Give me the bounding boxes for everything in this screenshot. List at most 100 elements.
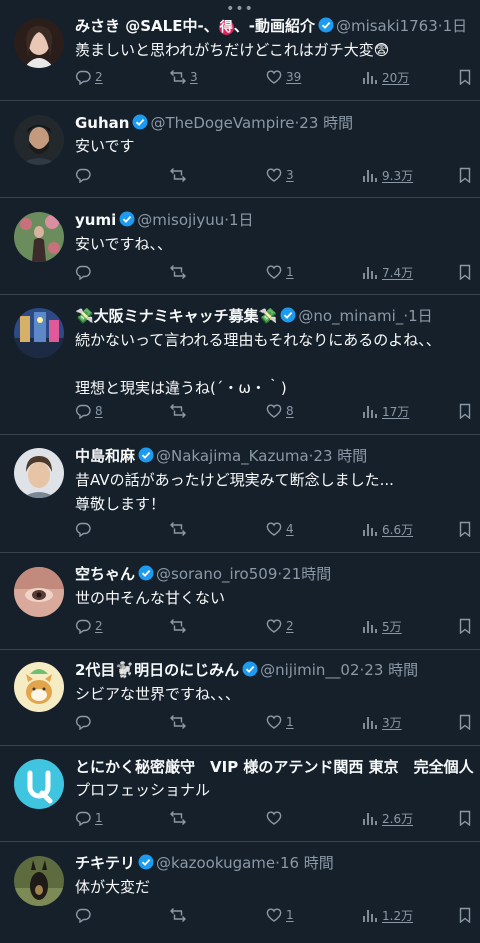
views-button[interactable]: 1.2万 (362, 905, 413, 925)
reply-icon (75, 168, 91, 183)
user-handle[interactable]: @sorano_iro509 (156, 565, 277, 583)
heart-icon (266, 908, 282, 922)
bookmark-button[interactable] (457, 67, 473, 87)
like-button[interactable]: 1 (266, 905, 294, 925)
timestamp[interactable]: 1日 (408, 307, 433, 325)
avatar[interactable] (14, 308, 64, 358)
tweet[interactable]: yumi @misojiyuu·1日 安いですね、、 1 7.4万 (0, 198, 480, 295)
bookmark-button[interactable] (457, 808, 473, 828)
like-button[interactable] (266, 808, 282, 828)
display-name[interactable]: yumi (75, 211, 116, 229)
retweet-button[interactable] (170, 616, 186, 636)
analytics-icon (363, 267, 377, 279)
heart-icon (266, 265, 282, 279)
reply-button[interactable]: 2 (75, 67, 103, 87)
user-handle[interactable]: @misaki1763 (336, 17, 438, 35)
avatar[interactable] (14, 448, 64, 498)
tweet[interactable]: 2代目🐩明日のにじみん @nijimin__02·23 時間 シビアな世界ですね、… (0, 650, 480, 746)
timestamp[interactable]: 23 時間 (313, 447, 367, 465)
tweet[interactable]: 💸大阪ミナミキャッチ募集💸 @no_minami_·1日 続かないって言われる理由… (0, 295, 480, 435)
bookmark-button[interactable] (457, 519, 473, 539)
like-button[interactable]: 3 (266, 165, 294, 185)
retweet-button[interactable] (170, 519, 186, 539)
avatar[interactable] (14, 759, 64, 809)
bookmark-button[interactable] (457, 905, 473, 925)
bookmark-button[interactable] (457, 165, 473, 185)
retweet-button[interactable] (170, 262, 186, 282)
views-button[interactable]: 2.6万 (362, 808, 413, 828)
avatar[interactable] (14, 856, 64, 906)
tweet[interactable]: みさき @SALE中-、得、-動画紹介 @misaki1763·1日 羨ましいと思… (0, 0, 480, 101)
tweet[interactable]: 空ちゃん @sorano_iro509·21時間 世の中そんな甘くない 2 2 5… (0, 553, 480, 650)
analytics-icon (363, 813, 377, 825)
reply-button[interactable]: 8 (75, 401, 103, 421)
user-handle[interactable]: @kazookugame (156, 854, 275, 872)
views-button[interactable]: 17万 (362, 401, 409, 421)
avatar[interactable] (14, 662, 64, 712)
display-name[interactable]: 空ちゃん (75, 565, 135, 583)
display-name[interactable]: Guhan (75, 114, 129, 132)
reply-button[interactable] (75, 165, 91, 185)
like-button[interactable]: 1 (266, 262, 294, 282)
views-button[interactable]: 7.4万 (362, 262, 413, 282)
timestamp[interactable]: 23 時間 (299, 114, 353, 132)
user-handle[interactable]: @misojiyuu (137, 211, 224, 229)
avatar[interactable] (14, 567, 64, 617)
timestamp[interactable]: 1日 (229, 211, 254, 229)
display-name[interactable]: とにかく秘密厳守 VIP 様のアテンド関西 東京 完全個人... (75, 758, 474, 776)
retweet-button[interactable] (170, 712, 186, 732)
display-name[interactable]: みさき @SALE中- (75, 17, 204, 35)
reply-button[interactable] (75, 519, 91, 539)
like-button[interactable]: 2 (266, 616, 294, 636)
tweet-text: 世の中そんな甘くない (75, 589, 226, 607)
retweet-button[interactable] (170, 905, 186, 925)
retweet-button[interactable] (170, 165, 186, 185)
user-handle[interactable]: @no_minami_ (298, 307, 403, 325)
like-button[interactable]: 8 (266, 401, 294, 421)
bookmark-button[interactable] (457, 712, 473, 732)
reply-button[interactable]: 1 (75, 808, 103, 828)
avatar[interactable] (14, 18, 64, 68)
bookmark-button[interactable] (457, 616, 473, 636)
timestamp[interactable]: 21時間 (282, 565, 331, 583)
display-name-part[interactable]: 、 (234, 17, 249, 35)
timestamp[interactable]: 1日 (443, 17, 468, 35)
tweet[interactable]: とにかく秘密厳守 VIP 様のアテンド関西 東京 完全個人... プロフェッショ… (0, 746, 480, 842)
retweet-button[interactable] (170, 808, 186, 828)
reply-button[interactable]: 2 (75, 616, 103, 636)
retweet-button[interactable] (170, 401, 186, 421)
retweet-icon (170, 908, 186, 922)
like-button[interactable]: 39 (266, 67, 301, 87)
tweet-text: 安いです (75, 137, 135, 155)
reply-button[interactable] (75, 905, 91, 925)
views-button[interactable]: 5万 (362, 616, 402, 636)
tweet[interactable]: 中島和麻 @Nakajima_Kazuma·23 時間 昔AVの話があったけど現実… (0, 435, 480, 553)
like-button[interactable]: 1 (266, 712, 294, 732)
display-name[interactable]: チキテリ (75, 854, 135, 872)
user-handle[interactable]: @nijimin__02 (260, 661, 359, 679)
views-button[interactable]: 20万 (362, 67, 409, 87)
user-handle[interactable]: @Nakajima_Kazuma (156, 447, 309, 465)
reply-button[interactable] (75, 262, 91, 282)
timestamp[interactable]: 23 時間 (364, 661, 418, 679)
views-button[interactable]: 3万 (362, 712, 402, 732)
display-name-part[interactable]: 得 (218, 20, 234, 35)
bookmark-button[interactable] (457, 401, 473, 421)
views-button[interactable]: 9.3万 (362, 165, 413, 185)
user-handle[interactable]: @TheDogeVampire (150, 114, 294, 132)
views-button[interactable]: 6.6万 (362, 519, 413, 539)
retweet-button[interactable]: 3 (170, 67, 198, 87)
timestamp[interactable]: 16 時間 (280, 854, 334, 872)
reply-button[interactable] (75, 712, 91, 732)
bookmark-button[interactable] (457, 262, 473, 282)
avatar[interactable] (14, 212, 64, 262)
display-name[interactable]: 中島和麻 (75, 447, 135, 465)
avatar[interactable] (14, 115, 64, 165)
tweet[interactable]: Guhan @TheDogeVampire·23 時間 安いです 3 9.3万 (0, 101, 480, 198)
display-name[interactable]: 2代目🐩明日のにじみん (75, 661, 239, 679)
display-name-part[interactable]: 、 (204, 17, 219, 35)
like-button[interactable]: 4 (266, 519, 294, 539)
tweet[interactable]: チキテリ @kazookugame·16 時間 体が大変だ 1 1.2万 (0, 842, 480, 943)
display-name-suffix[interactable]: -動画紹介 (249, 17, 315, 35)
display-name[interactable]: 💸大阪ミナミキャッチ募集💸 (75, 307, 277, 325)
